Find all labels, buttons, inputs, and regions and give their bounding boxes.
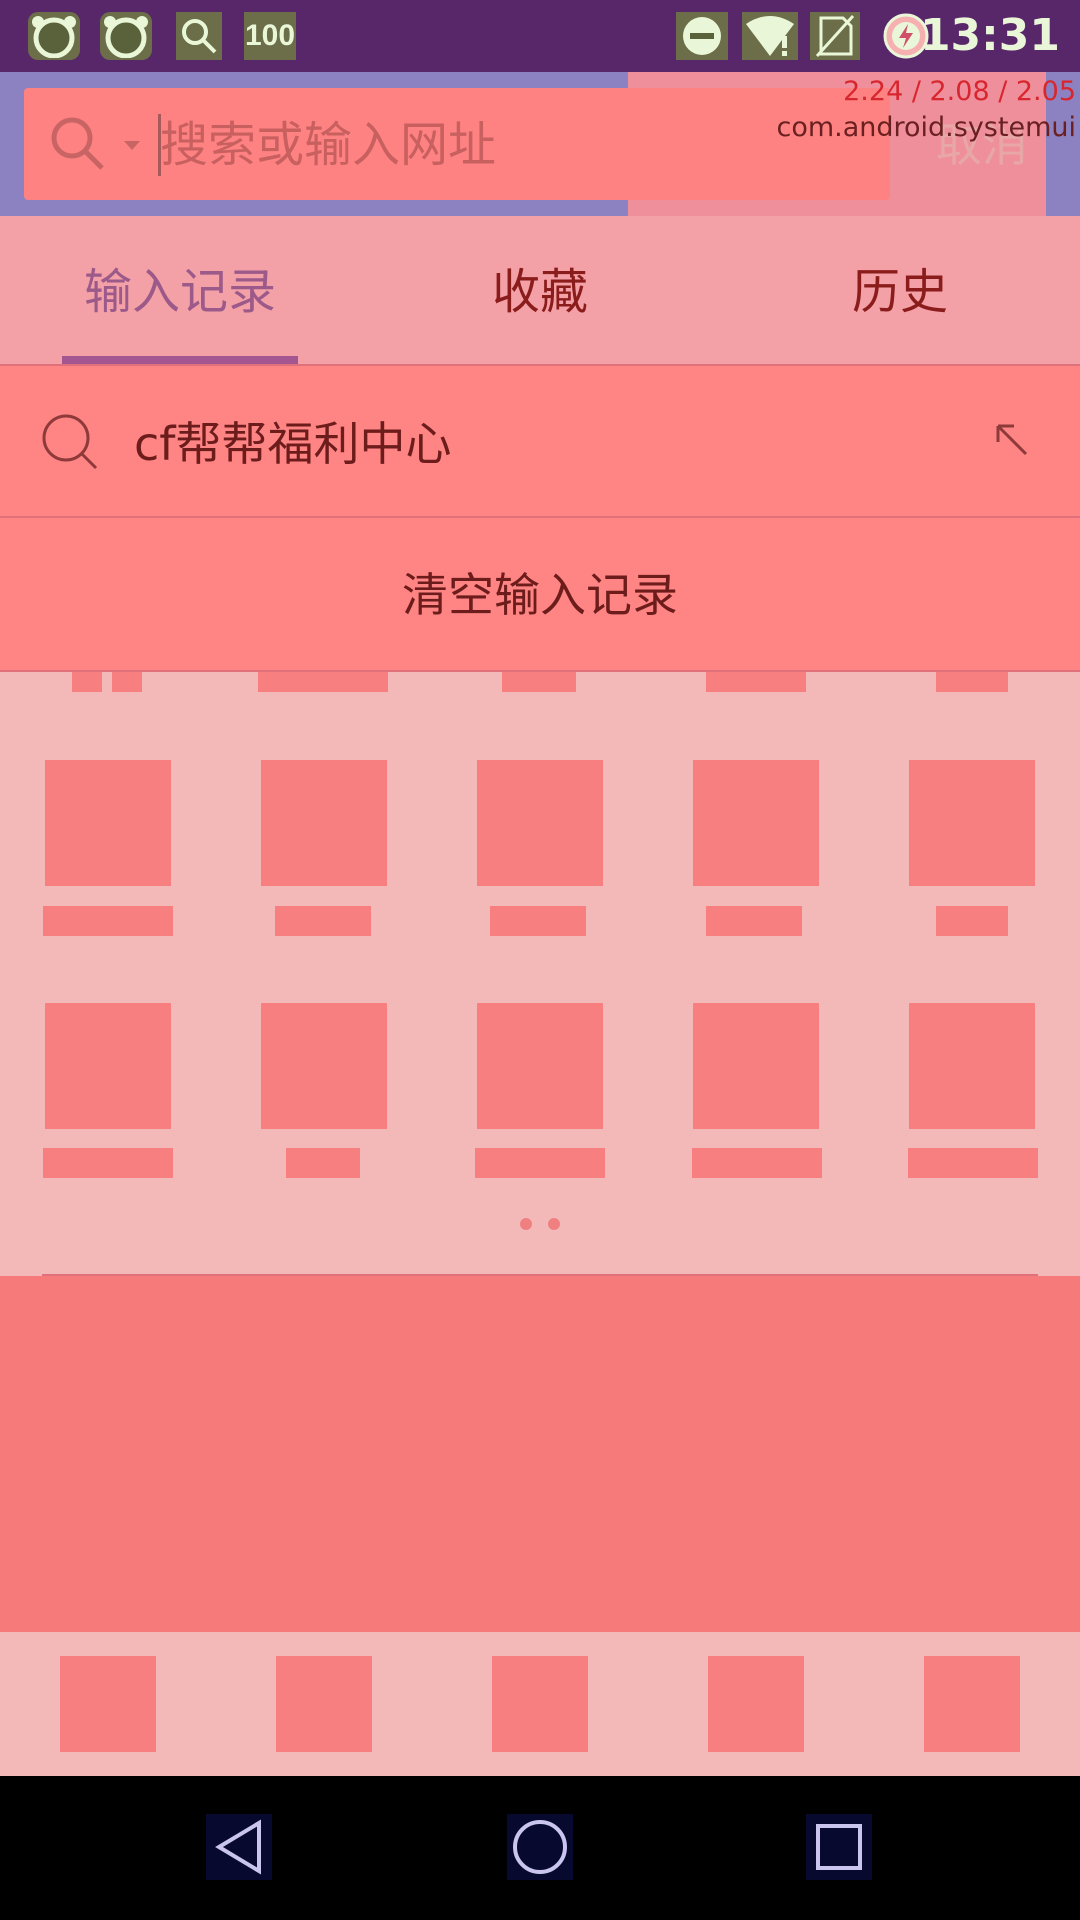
shortcut-tile[interactable] [693, 1003, 819, 1129]
search-placeholder: 搜索或输入网址 [160, 117, 497, 173]
bottom-toolbar-button[interactable] [492, 1656, 588, 1752]
placeholder-block [286, 1148, 360, 1178]
placeholder-block [502, 672, 576, 692]
search-engine-icon[interactable] [48, 114, 108, 174]
shortcut-tile[interactable] [693, 760, 819, 886]
shortcut-tile[interactable] [909, 1003, 1035, 1129]
debug-overlay-timing: 2.24 / 2.08 / 2.05 [843, 76, 1076, 107]
tab-favorites[interactable]: 收藏 [440, 255, 640, 329]
placeholder-block [692, 1148, 822, 1178]
clock: 13:31 [919, 10, 1060, 61]
cat-icon [100, 12, 152, 60]
clear-history-label: 清空输入记录 [402, 568, 678, 622]
history-item-text: cf帮帮福利中心 [134, 417, 452, 471]
placeholder-block [908, 1148, 1038, 1178]
bottom-toolbar-button[interactable] [276, 1656, 372, 1752]
placeholder-block [112, 672, 142, 692]
placeholder-block [275, 906, 371, 936]
back-button[interactable] [206, 1814, 272, 1880]
bottom-toolbar-button[interactable] [924, 1656, 1020, 1752]
placeholder-block [706, 672, 806, 692]
shortcut-tile[interactable] [477, 1003, 603, 1129]
shortcut-tile[interactable] [45, 760, 171, 886]
placeholder-block [258, 672, 388, 692]
recents-button[interactable] [806, 1814, 872, 1880]
placeholder-block [72, 672, 102, 692]
cat-icon [28, 12, 80, 60]
shortcut-tile[interactable] [261, 760, 387, 886]
content-block[interactable] [0, 1276, 1080, 1632]
chevron-down-icon[interactable] [122, 138, 142, 152]
arrow-up-left-icon[interactable] [994, 422, 1030, 458]
page-indicator-dot [520, 1218, 532, 1230]
shortcut-tile[interactable] [477, 760, 603, 886]
tab-indicator [62, 356, 298, 364]
placeholder-block [475, 1148, 605, 1178]
shortcut-tile[interactable] [45, 1003, 171, 1129]
placeholder-block [936, 906, 1008, 936]
placeholder-block [706, 906, 802, 936]
bottom-toolbar-button[interactable] [708, 1656, 804, 1752]
shortcut-tile[interactable] [261, 1003, 387, 1129]
home-button[interactable] [507, 1814, 573, 1880]
placeholder-block [936, 672, 1008, 692]
page-indicator-dot [548, 1218, 560, 1230]
dnd-icon [676, 12, 728, 60]
debug-overlay-package: com.android.systemui [776, 112, 1076, 143]
shortcut-tile[interactable] [909, 760, 1035, 886]
wifi-alert-icon [742, 12, 798, 60]
no-sim-icon [810, 12, 860, 60]
bottom-toolbar-button[interactable] [60, 1656, 156, 1752]
placeholder-block [43, 906, 173, 936]
placeholder-block [490, 906, 586, 936]
battery-100-icon: 100 [244, 12, 296, 60]
tab-input-history[interactable]: 输入记录 [62, 255, 298, 329]
tab-history[interactable]: 历史 [800, 255, 1000, 329]
placeholder-block [43, 1148, 173, 1178]
search-icon [40, 412, 100, 472]
search-icon [176, 12, 222, 60]
